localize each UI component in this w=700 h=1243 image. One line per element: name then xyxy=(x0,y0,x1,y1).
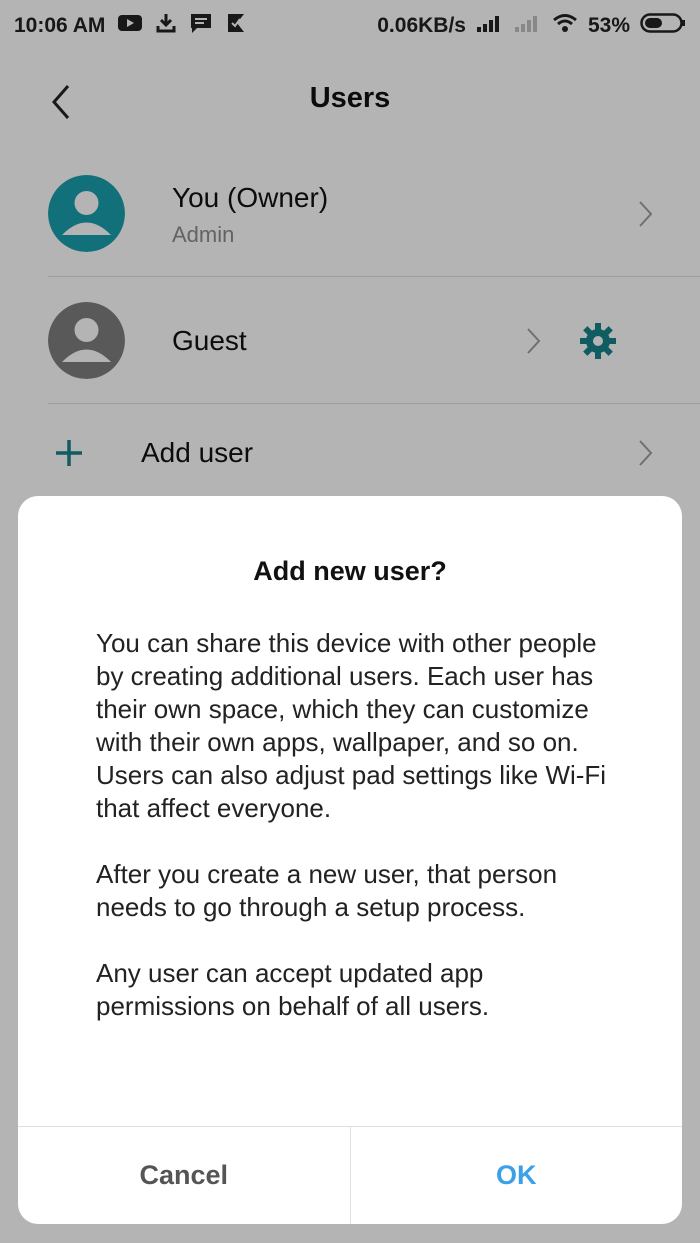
ok-button[interactable]: OK xyxy=(351,1127,683,1224)
dialog-paragraph: You can share this device with other peo… xyxy=(96,628,607,823)
dialog-body: You can share this device with other peo… xyxy=(96,627,622,1056)
dialog-paragraph: After you create a new user, that person… xyxy=(96,859,558,922)
users-screen: 10:06 AM 0.06KB/s 53% Users You (Owner) … xyxy=(0,0,700,1243)
cancel-button[interactable]: Cancel xyxy=(18,1127,351,1224)
dialog-paragraph: Any user can accept updated app permissi… xyxy=(96,958,490,1021)
dialog-actions: Cancel OK xyxy=(18,1126,682,1224)
add-user-dialog: Add new user? You can share this device … xyxy=(18,496,682,1224)
dialog-title: Add new user? xyxy=(253,556,447,586)
